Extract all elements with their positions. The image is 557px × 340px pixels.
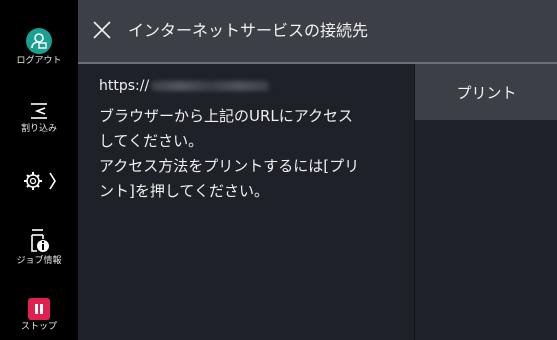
sidebar-item-logout[interactable]: ログアウト	[0, 28, 78, 67]
message-line: ント]を押してください。	[99, 182, 269, 200]
url-prefix: https://	[99, 78, 150, 94]
job-info-icon	[0, 226, 78, 254]
sidebar-item-settings[interactable]	[0, 168, 78, 196]
main-content: https:// ブラウザーから上記のURLにアクセス してください。 アクセス…	[78, 64, 414, 340]
page-title: インターネットサービスの接続先	[128, 21, 369, 40]
close-icon	[93, 21, 111, 39]
stop-icon	[28, 298, 50, 320]
message-line: してください。	[99, 132, 204, 150]
message-line: アクセス方法をプリントするには[プリ	[99, 157, 360, 175]
sidebar-item-label: 割り込み	[20, 124, 57, 134]
instruction-message: ブラウザーから上記のURLにアクセス してください。 アクセス方法をプリントする…	[99, 104, 404, 204]
logout-user-icon	[26, 28, 52, 54]
sidebar-item-interrupt[interactable]: 割り込み	[0, 100, 78, 135]
sidebar-item-label: ログアウト	[16, 56, 62, 66]
settings-gear-icon	[0, 168, 78, 194]
sidebar-item-label: ストップ	[20, 322, 57, 332]
url-redacted	[151, 81, 270, 91]
print-button[interactable]: プリント	[415, 64, 557, 120]
interrupt-icon	[0, 100, 78, 122]
sidebar-item-label: ジョブ情報	[16, 256, 62, 266]
message-line: ブラウザーから上記のURLにアクセス	[99, 107, 354, 125]
close-button[interactable]	[88, 14, 118, 44]
header-bar: インターネットサービスの接続先	[78, 0, 557, 62]
sidebar-item-stop[interactable]: ストップ	[0, 298, 78, 333]
sidebar-item-job-info[interactable]: ジョブ情報	[0, 226, 78, 267]
service-url: https://	[99, 78, 270, 94]
sidebar: ログアウト 割り込み ジョブ情報 ストップ	[0, 0, 78, 340]
action-panel: プリント	[414, 64, 557, 340]
